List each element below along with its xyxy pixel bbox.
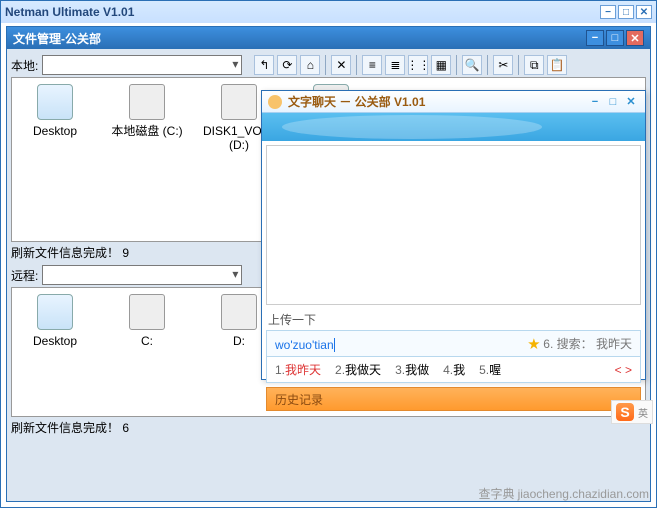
separator — [518, 55, 519, 75]
chat-banner — [262, 113, 645, 141]
ime-candidate[interactable]: 2.我做天 — [335, 361, 381, 378]
disk-drive-icon — [129, 84, 165, 120]
drive-item[interactable]: 本地磁盘 (C:) — [110, 84, 184, 152]
minimize-button[interactable]: − — [600, 5, 616, 19]
fm-minimize-button[interactable]: − — [586, 30, 604, 46]
disk-drive-icon — [221, 84, 257, 120]
delete-icon[interactable]: ✕ — [331, 55, 351, 75]
folder-icon — [37, 84, 73, 120]
chat-maximize-button[interactable]: □ — [605, 95, 621, 109]
chat-input-text[interactable]: 上传一下 — [266, 309, 641, 330]
up-folder-icon[interactable]: ↰ — [254, 55, 274, 75]
find-icon[interactable]: 🔍 — [462, 55, 482, 75]
ime-hint[interactable]: ★ 6. 搜索： 我昨天 — [528, 335, 632, 352]
paste-icon[interactable]: 📋 — [547, 55, 567, 75]
sogou-ime-bar[interactable]: S 英 — [611, 400, 653, 424]
ime-candidate[interactable]: 3.我做 — [395, 361, 429, 378]
sogou-mode: 英 — [638, 405, 648, 420]
view2-icon[interactable]: ≣ — [385, 55, 405, 75]
star-icon: ★ — [528, 337, 540, 351]
remote-status: 刷新文件信息完成！ 6 — [11, 417, 646, 438]
chat-close-button[interactable]: ✕ — [623, 95, 639, 109]
chat-titlebar: 文字聊天 － 公关部 V1.01 − □ ✕ — [262, 91, 645, 113]
remote-path-dropdown[interactable] — [42, 265, 242, 285]
ime-candidate[interactable]: 1.我昨天 — [275, 361, 321, 378]
copy-icon[interactable]: ⧉ — [524, 55, 544, 75]
app-title: Netman Ultimate V1.01 — [5, 5, 600, 19]
drive-label: 本地磁盘 (C:) — [110, 124, 184, 138]
drive-label: C: — [110, 334, 184, 348]
sogou-icon: S — [616, 403, 634, 421]
ime-nav[interactable]: < > — [615, 363, 632, 377]
local-label: 本地: — [11, 57, 38, 74]
cut-icon[interactable]: ✂ — [493, 55, 513, 75]
separator — [356, 55, 357, 75]
chat-minimize-button[interactable]: − — [587, 95, 603, 109]
view4-icon[interactable]: ▦ — [431, 55, 451, 75]
chat-bottom-bar[interactable]: 历史记录 — [266, 387, 641, 411]
chat-window-controls: − □ ✕ — [587, 95, 639, 109]
fm-maximize-button[interactable]: □ — [606, 30, 624, 46]
separator — [456, 55, 457, 75]
chat-message-area — [266, 145, 641, 305]
toolbar: ↰ ⟳ ⌂ ✕ ≡ ≣ ⋮⋮ ▦ 🔍 ✂ ⧉ 📋 — [254, 55, 567, 75]
ime-candidate[interactable]: 5.喔 — [479, 361, 501, 378]
separator — [487, 55, 488, 75]
chat-icon — [268, 95, 282, 109]
fm-close-button[interactable]: ✕ — [626, 30, 644, 46]
watermark: 查字典 jiaocheng.chazidian.com — [479, 485, 650, 502]
fm-titlebar: 文件管理-公关部 − □ ✕ — [7, 27, 650, 49]
chat-input-area: 上传一下 wo'zuo'tian ★ 6. 搜索： 我昨天 1.我昨天 2.我做天… — [266, 309, 641, 383]
ime-pinyin: wo'zuo'tian — [275, 336, 335, 352]
separator — [325, 55, 326, 75]
drive-item[interactable]: C: — [110, 294, 184, 348]
drive-item[interactable]: Desktop — [18, 294, 92, 348]
maximize-button[interactable]: □ — [618, 5, 634, 19]
fm-title: 文件管理-公关部 — [13, 30, 584, 47]
chat-window: 文字聊天 － 公关部 V1.01 − □ ✕ 上传一下 wo'zuo'tian … — [261, 90, 646, 380]
app-window-controls: − □ ✕ — [600, 5, 652, 19]
view1-icon[interactable]: ≡ — [362, 55, 382, 75]
disk-drive-icon — [129, 294, 165, 330]
remote-label: 远程: — [11, 267, 38, 284]
app-titlebar: Netman Ultimate V1.01 − □ ✕ — [1, 1, 656, 23]
disk-drive-icon — [221, 294, 257, 330]
chat-title-text: 文字聊天 － 公关部 V1.01 — [288, 93, 587, 110]
drive-item[interactable]: Desktop — [18, 84, 92, 152]
drive-label: Desktop — [18, 334, 92, 348]
drive-label: Desktop — [18, 124, 92, 138]
view3-icon[interactable]: ⋮⋮ — [408, 55, 428, 75]
ime-candidates[interactable]: 1.我昨天 2.我做天 3.我做 4.我 5.喔 < > — [266, 357, 641, 383]
home-icon[interactable]: ⌂ — [300, 55, 320, 75]
ime-candidate[interactable]: 4.我 — [443, 361, 465, 378]
history-label: 历史记录 — [275, 391, 323, 408]
local-path-row: 本地: ↰ ⟳ ⌂ ✕ ≡ ≣ ⋮⋮ ▦ 🔍 ✂ — [11, 55, 646, 75]
ime-composition[interactable]: wo'zuo'tian ★ 6. 搜索： 我昨天 — [266, 330, 641, 357]
close-button[interactable]: ✕ — [636, 5, 652, 19]
folder-icon — [37, 294, 73, 330]
refresh-icon[interactable]: ⟳ — [277, 55, 297, 75]
local-path-dropdown[interactable] — [42, 55, 242, 75]
